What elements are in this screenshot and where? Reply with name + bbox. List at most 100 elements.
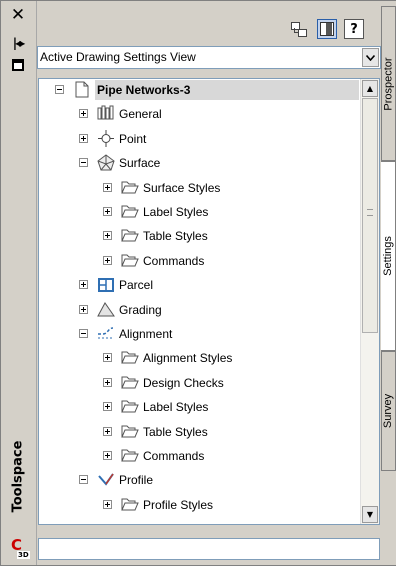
tree-list: Pipe Networks-3 General Point Surface Surfac…: [39, 79, 361, 524]
tree-node[interactable]: Point: [39, 128, 359, 150]
expand-icon[interactable]: [103, 353, 112, 363]
tree-node[interactable]: Table Styles: [39, 225, 359, 247]
expand-icon[interactable]: [79, 133, 88, 143]
folder-icon: [121, 179, 139, 196]
tree-node[interactable]: Label Styles: [39, 396, 359, 418]
tree-node[interactable]: Design Checks: [39, 372, 359, 394]
scroll-down-icon[interactable]: ▼: [362, 506, 378, 523]
scrollbar-thumb[interactable]: [362, 98, 378, 333]
toolspace-title-bar: ✕ |◂▸ Toolspace C 3D: [1, 1, 37, 565]
tree-node-label: Profile Styles: [143, 497, 214, 512]
drawing-icon: [73, 81, 91, 98]
tree-node[interactable]: Profile Styles: [39, 494, 359, 516]
tree-node-label: Surface Styles: [143, 180, 221, 195]
folder-icon: [121, 374, 139, 391]
tree-node-label: Surface: [119, 156, 161, 171]
window-title: Toolspace: [2, 421, 34, 531]
tree-node[interactable]: Profile: [39, 469, 359, 491]
settings-tree: Pipe Networks-3 General Point Surface Surfac…: [38, 78, 380, 525]
tree-node-label: Pipe Networks-3: [97, 83, 191, 97]
surface-icon: [97, 154, 115, 171]
tree-node-label: Profile: [119, 473, 154, 488]
autohide-icon[interactable]: |◂▸: [7, 33, 29, 53]
chevron-down-icon[interactable]: [362, 48, 379, 67]
tree-node-label: Label Styles: [143, 400, 209, 415]
tree-node[interactable]: Alignment Styles: [39, 347, 359, 369]
tree-node[interactable]: Alignment: [39, 323, 359, 345]
expand-icon[interactable]: [103, 377, 112, 387]
expand-icon[interactable]: [103, 402, 112, 412]
civil3d-logo-icon: C 3D: [11, 536, 30, 559]
expand-icon[interactable]: [79, 280, 88, 290]
alignment-icon: [97, 325, 115, 342]
view-dropdown[interactable]: Active Drawing Settings View: [37, 46, 381, 69]
grading-icon: [97, 301, 115, 318]
tree-node[interactable]: Commands: [39, 445, 359, 467]
parcel-icon: [97, 276, 115, 293]
window-title-text: Toolspace: [10, 440, 26, 512]
tree-node[interactable]: General: [39, 103, 359, 125]
tab-survey[interactable]: Survey: [381, 351, 396, 471]
toolspace-window: ✕ |◂▸ Toolspace C 3D ? Active Drawing Set…: [0, 0, 396, 566]
properties-icon[interactable]: [7, 55, 29, 75]
tree-node-label: Design Checks: [143, 375, 224, 390]
vertical-tabs: Prospector Settings Survey: [381, 1, 396, 565]
expand-icon[interactable]: [79, 304, 88, 314]
expand-icon[interactable]: [103, 451, 112, 460]
folder-icon: [121, 252, 139, 269]
close-icon[interactable]: ✕: [7, 5, 29, 25]
folder-icon: [121, 349, 139, 366]
tree-node-label: Grading: [119, 302, 162, 317]
hierarchy-view-icon[interactable]: [288, 19, 308, 39]
expand-icon[interactable]: [103, 255, 112, 265]
expand-icon[interactable]: [103, 426, 112, 436]
vertical-scrollbar[interactable]: ▲ ▼: [360, 79, 379, 524]
profile-icon: [97, 471, 115, 488]
tab-label: Survey: [382, 393, 395, 429]
expand-icon[interactable]: [103, 231, 112, 241]
collapse-icon[interactable]: [79, 158, 88, 168]
tree-node[interactable]: Grading: [39, 299, 359, 321]
tree-node[interactable]: Pipe Networks-3: [39, 79, 359, 101]
tree-node[interactable]: Surface: [39, 152, 359, 174]
folder-icon: [121, 496, 139, 513]
tree-node-label: Table Styles: [143, 424, 208, 439]
tab-prospector[interactable]: Prospector: [381, 6, 396, 161]
tree-node[interactable]: Surface Styles: [39, 177, 359, 199]
tree-node-label: Alignment Styles: [143, 351, 233, 366]
expand-icon[interactable]: [103, 499, 112, 509]
tree-node-label: Label Styles: [143, 205, 209, 219]
collapse-icon[interactable]: [79, 329, 88, 338]
tab-label: Settings: [382, 236, 394, 276]
folder-icon: [121, 423, 139, 440]
tree-node[interactable]: Commands: [39, 250, 359, 272]
point-icon: [97, 129, 115, 147]
tree-node-label: Alignment: [119, 327, 173, 341]
expand-icon[interactable]: [79, 109, 88, 119]
toolspace-content: ? Active Drawing Settings View Pipe Netw…: [37, 1, 381, 565]
folder-icon: [121, 227, 139, 244]
toolbar: ?: [37, 1, 381, 43]
view-dropdown-value: Active Drawing Settings View: [40, 50, 196, 64]
tree-node[interactable]: Label Styles: [39, 201, 359, 223]
item-view-icon[interactable]: [317, 19, 337, 39]
tree-node-label: Commands: [143, 253, 205, 268]
folder-icon: [121, 398, 139, 415]
status-field: [38, 538, 380, 560]
tab-label: Prospector: [382, 56, 395, 111]
help-icon[interactable]: ?: [344, 19, 364, 39]
collapse-icon[interactable]: [55, 85, 64, 94]
folder-icon: [121, 447, 139, 464]
collapse-icon[interactable]: [79, 475, 88, 485]
tree-node-label: General: [119, 107, 162, 122]
tree-node[interactable]: Table Styles: [39, 421, 359, 443]
tree-node-label: Commands: [143, 449, 205, 463]
tree-node[interactable]: Parcel: [39, 274, 359, 296]
tree-node-label: Point: [119, 131, 147, 146]
scroll-up-icon[interactable]: ▲: [362, 80, 378, 97]
tree-node-label: Parcel: [119, 278, 154, 293]
tree-node-label: Table Styles: [143, 229, 208, 244]
expand-icon[interactable]: [103, 182, 112, 192]
tab-settings[interactable]: Settings: [381, 161, 396, 351]
expand-icon[interactable]: [103, 207, 112, 216]
